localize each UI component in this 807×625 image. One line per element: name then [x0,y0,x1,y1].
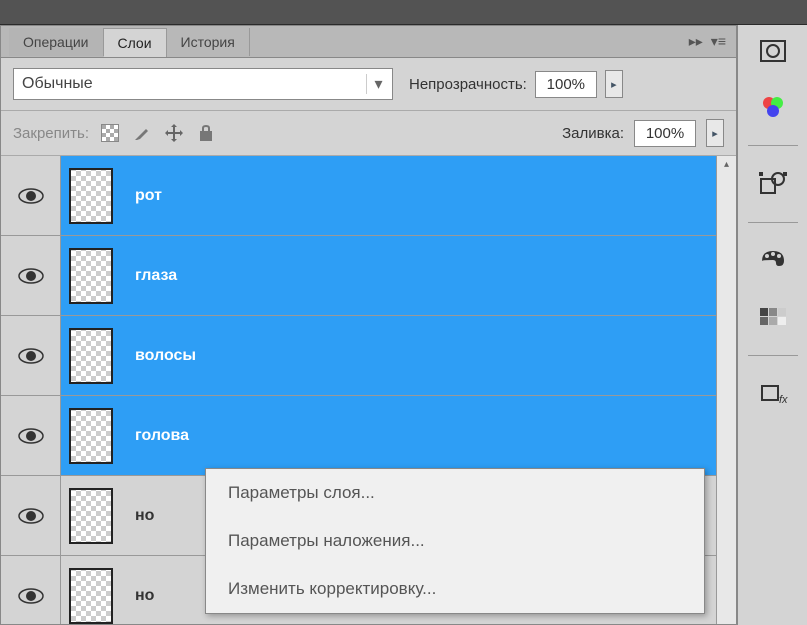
svg-text:fx: fx [779,394,788,406]
layer-row[interactable]: глаза [1,236,716,316]
visibility-eye-icon[interactable] [17,587,45,605]
fill-slider-button[interactable]: ▸ [706,119,724,147]
visibility-eye-icon[interactable] [17,187,45,205]
layer-row[interactable]: голова [1,396,716,476]
color-tool-button[interactable] [752,89,794,125]
lock-fill-row: Закрепить: Заливка: 100% ▸ [1,111,736,156]
blend-mode-select[interactable]: Обычные ▾ [13,68,393,100]
scrollbar[interactable]: ▴ [716,156,736,624]
lock-all-button[interactable] [195,122,217,144]
layer-thumbnail[interactable] [69,488,113,544]
tab-layers[interactable]: Слои [104,28,167,57]
tab-history[interactable]: История [167,28,250,56]
visibility-eye-icon[interactable] [17,347,45,365]
palette-tool-button[interactable] [752,243,794,279]
layer-thumbnail[interactable] [69,408,113,464]
menu-item-blending-options[interactable]: Параметры наложения... [206,517,704,565]
lock-transparent-button[interactable] [99,122,121,144]
styles-tool-button[interactable]: fx [752,376,794,412]
layer-thumbnail[interactable] [69,168,113,224]
panel-menu-icon[interactable]: ▾≡ [711,33,726,50]
lock-move-button[interactable] [163,122,185,144]
collapse-icon[interactable]: ▸▸ [689,33,703,50]
visibility-eye-icon[interactable] [17,507,45,525]
opacity-slider-button[interactable]: ▸ [605,70,623,98]
right-toolbar: fx [737,25,807,625]
shapes-tool-button[interactable] [752,166,794,202]
layer-row[interactable]: волосы [1,316,716,396]
layer-name[interactable]: рот [121,187,716,205]
menu-item-edit-adjustment[interactable]: Изменить корректировку... [206,565,704,613]
menu-item-layer-properties[interactable]: Параметры слоя... [206,469,704,517]
visibility-eye-icon[interactable] [17,267,45,285]
layer-thumbnail[interactable] [69,568,113,624]
layer-name[interactable]: глаза [121,267,716,285]
histogram-tool-button[interactable] [752,33,794,69]
scroll-up-icon[interactable]: ▴ [717,156,736,172]
blend-mode-value: Обычные [22,75,366,93]
visibility-eye-icon[interactable] [17,427,45,445]
tab-operations[interactable]: Операции [9,28,104,56]
layer-row[interactable]: рот [1,156,716,236]
fill-value[interactable]: 100% [634,120,696,147]
fill-label: Заливка: [562,125,624,142]
layer-name[interactable]: голова [121,427,716,445]
layer-context-menu: Параметры слоя... Параметры наложения...… [205,468,705,614]
layer-thumbnail[interactable] [69,248,113,304]
opacity-label: Непрозрачность: [409,76,527,93]
lock-label: Закрепить: [13,125,89,142]
title-bar [0,0,807,25]
lock-brush-button[interactable] [131,122,153,144]
layer-name[interactable]: волосы [121,347,716,365]
chevron-down-icon: ▾ [366,74,384,94]
layer-thumbnail[interactable] [69,328,113,384]
swatches-tool-button[interactable] [752,299,794,335]
blend-opacity-row: Обычные ▾ Непрозрачность: 100% ▸ [1,58,736,111]
panel-tabs: Операции Слои История ▸▸ ▾≡ [1,26,736,58]
opacity-value[interactable]: 100% [535,71,597,98]
